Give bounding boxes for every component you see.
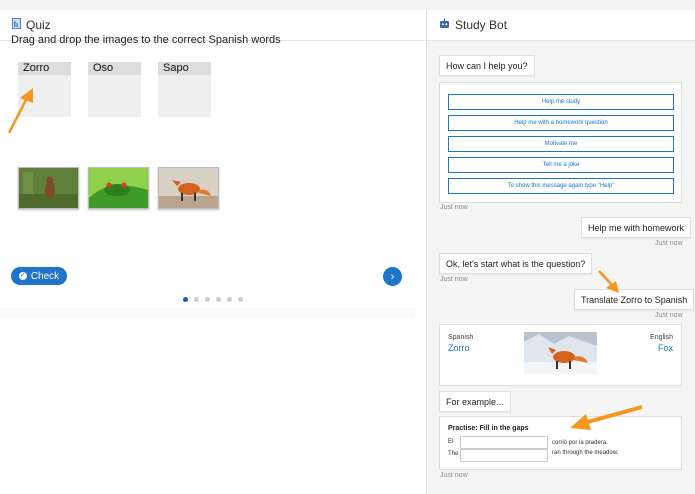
gap2-input[interactable]: [460, 449, 548, 462]
page-dot-6[interactable]: [238, 297, 243, 302]
chevron-right-icon: ›: [390, 270, 395, 283]
fox-photo: [524, 332, 597, 374]
bot-message-start: Ok, let's start what is the question?: [439, 253, 593, 274]
menu-option-homework[interactable]: Help me with a homework question: [448, 115, 674, 131]
menu-option-study[interactable]: Help me study: [448, 94, 674, 110]
message-text: Ok, let's start what is the question?: [446, 258, 586, 269]
page-dot-4[interactable]: [216, 297, 221, 302]
page-dot-2[interactable]: [194, 297, 199, 302]
drop-target-oso[interactable]: Oso: [88, 62, 141, 117]
message-text: Help me with homework: [588, 222, 685, 233]
bot-header: Study Bot: [427, 10, 695, 41]
drop-target-label: Sapo: [158, 62, 211, 75]
check-label: Check: [30, 270, 60, 282]
menu-option-motivate[interactable]: Motivate me: [448, 136, 674, 152]
timestamp: Just now: [655, 240, 683, 247]
user-message-translate: Translate Zorro to Spanish: [574, 289, 695, 310]
timestamp: Just now: [655, 312, 683, 319]
gap1-prefix: El: [448, 439, 454, 445]
bot-menu-card: Help me study Help me with a homework qu…: [439, 82, 682, 203]
annotation-arrow-icon: [570, 405, 643, 430]
practice-title: Practise: Fill in the gaps: [448, 425, 529, 432]
top-strip: [0, 0, 695, 10]
bot-message-example: For example...: [439, 391, 511, 412]
next-button[interactable]: ›: [383, 267, 402, 286]
quiz-footer: [0, 308, 415, 317]
annotation-arrow-icon: [598, 270, 619, 293]
fox-image[interactable]: [158, 167, 219, 209]
quiz-instruction: Drag and drop the images to the correct …: [11, 34, 281, 46]
practice-card: Practise: Fill in the gaps El corrió por…: [439, 416, 682, 470]
drop-target-sapo[interactable]: Sapo: [158, 62, 211, 117]
page-dot-1[interactable]: [183, 297, 188, 302]
frog-image[interactable]: [88, 167, 149, 209]
bear-image[interactable]: [18, 167, 79, 209]
user-message-homework: Help me with homework: [581, 217, 692, 238]
check-button[interactable]: ✓ Check: [11, 267, 67, 285]
drop-target-label: Oso: [88, 62, 141, 75]
source-word: Zorro: [448, 343, 470, 353]
message-text: How can I help you?: [446, 60, 528, 71]
target-language-label: English: [650, 334, 673, 341]
gap1-input[interactable]: [460, 436, 548, 449]
drop-target-label: Zorro: [18, 62, 71, 75]
quiz-icon: [12, 18, 21, 32]
timestamp: Just now: [440, 472, 468, 479]
annotation-arrow-icon: [7, 88, 33, 134]
timestamp: Just now: [440, 204, 468, 211]
page-dot-3[interactable]: [205, 297, 210, 302]
page-dot-5[interactable]: [227, 297, 232, 302]
check-circle-icon: ✓: [18, 272, 27, 280]
quiz-title: Quiz: [26, 18, 51, 32]
translation-card: Spanish Zorro English Fox: [439, 324, 682, 386]
gap1-suffix: corrió por la pradera.: [552, 440, 608, 446]
pagination-dots: [183, 297, 243, 302]
menu-option-joke[interactable]: Tell me a joke: [448, 157, 674, 173]
bot-message-greeting: How can I help you?: [439, 55, 535, 76]
target-word: Fox: [657, 343, 673, 353]
gap2-suffix: ran through the meadow.: [552, 450, 619, 456]
gap2-prefix: The: [448, 451, 459, 457]
timestamp: Just now: [440, 276, 468, 283]
robot-icon: [439, 18, 450, 32]
menu-option-help[interactable]: To show this message again type "Help": [448, 178, 674, 194]
message-text: For example...: [446, 396, 504, 407]
source-language-label: Spanish: [448, 334, 474, 341]
message-text: Translate Zorro to Spanish: [581, 294, 688, 305]
bot-title: Study Bot: [455, 18, 508, 32]
